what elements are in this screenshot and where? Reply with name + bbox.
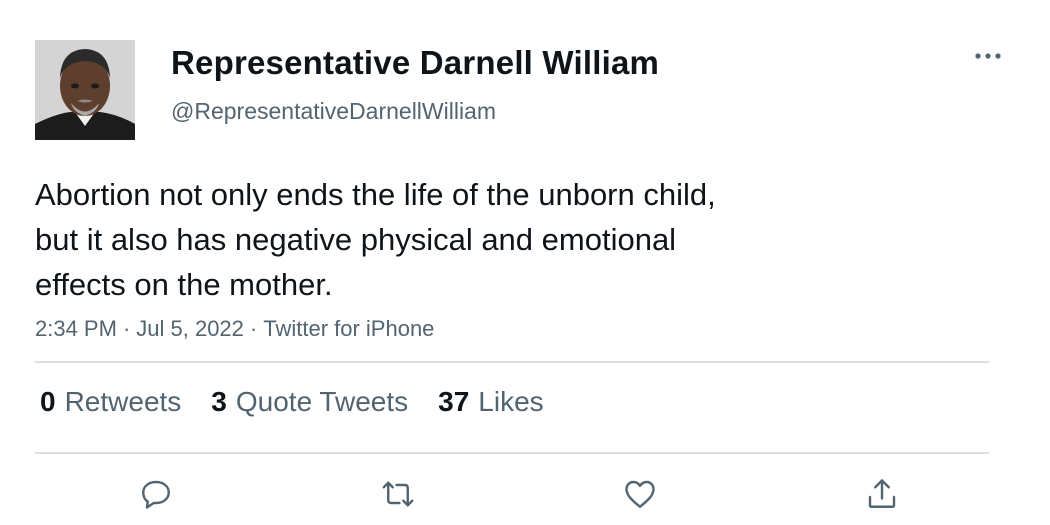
quote-tweets-stat[interactable]: 3 Quote Tweets xyxy=(211,386,408,418)
tweet-date[interactable]: Jul 5, 2022 xyxy=(136,316,244,341)
retweets-label: Retweets xyxy=(64,386,182,417)
tweet-text: Abortion not only ends the life of the u… xyxy=(35,172,895,307)
tweet-text-line: but it also has negative physical and em… xyxy=(35,222,677,257)
likes-label: Likes xyxy=(478,386,544,417)
share-button[interactable] xyxy=(862,474,902,514)
tweet-metadata: 2:34 PM · Jul 5, 2022 · Twitter for iPhone xyxy=(35,316,434,342)
retweet-icon xyxy=(382,481,414,507)
heart-icon xyxy=(625,480,655,508)
display-name[interactable]: Representative Darnell William xyxy=(171,44,659,82)
tweet-text-line: Abortion not only ends the life of the u… xyxy=(35,177,716,212)
avatar[interactable] xyxy=(35,40,135,140)
tweet-source[interactable]: Twitter for iPhone xyxy=(263,316,434,341)
retweets-stat[interactable]: 0 Retweets xyxy=(40,386,181,418)
separator: · xyxy=(249,316,258,341)
separator: · xyxy=(122,316,131,341)
share-icon xyxy=(868,479,896,508)
engagement-stats: 0 Retweets 3 Quote Tweets 37 Likes xyxy=(40,386,544,418)
quote-tweets-label: Quote Tweets xyxy=(235,386,409,417)
tweet-text-line: effects on the mother. xyxy=(35,267,333,302)
profile-photo xyxy=(35,40,135,140)
reply-button[interactable] xyxy=(136,474,176,514)
reply-icon xyxy=(142,480,170,509)
divider xyxy=(35,361,989,363)
tweet-card: Representative Darnell William @Represen… xyxy=(0,0,1050,525)
more-options-icon xyxy=(975,53,1001,59)
tweet-time[interactable]: 2:34 PM xyxy=(35,316,117,341)
likes-stat[interactable]: 37 Likes xyxy=(438,386,544,418)
likes-count: 37 xyxy=(438,386,470,417)
retweet-button[interactable] xyxy=(378,474,418,514)
like-button[interactable] xyxy=(620,474,660,514)
user-handle[interactable]: @RepresentativeDarnellWilliam xyxy=(171,98,496,125)
more-options-button[interactable] xyxy=(970,44,1006,68)
divider xyxy=(35,452,989,454)
quote-tweets-count: 3 xyxy=(211,386,227,417)
retweets-count: 0 xyxy=(40,386,56,417)
